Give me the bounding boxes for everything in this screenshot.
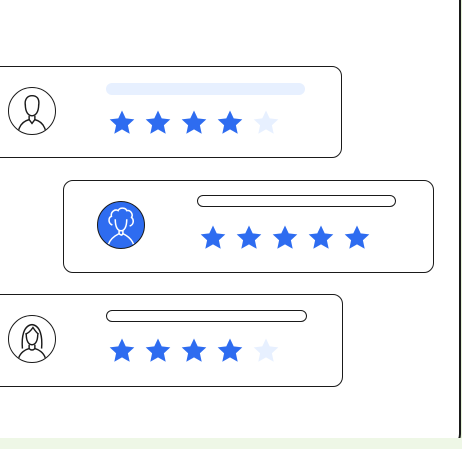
star-filled-icon[interactable]	[108, 337, 136, 365]
star-filled-icon[interactable]	[108, 109, 136, 137]
review-card[interactable]	[63, 180, 434, 273]
star-filled-icon[interactable]	[271, 224, 299, 252]
star-empty-icon[interactable]	[252, 109, 280, 137]
star-filled-icon[interactable]	[144, 109, 172, 137]
review-text-placeholder	[106, 83, 305, 95]
woman-avatar-icon	[8, 315, 56, 363]
star-filled-icon[interactable]	[235, 224, 263, 252]
star-filled-icon[interactable]	[343, 224, 371, 252]
star-filled-icon[interactable]	[180, 337, 208, 365]
star-filled-icon[interactable]	[144, 337, 172, 365]
star-rating[interactable]	[108, 337, 280, 365]
review-text-placeholder	[197, 195, 396, 207]
star-rating[interactable]	[108, 109, 280, 137]
star-filled-icon[interactable]	[199, 224, 227, 252]
star-filled-icon[interactable]	[180, 109, 208, 137]
star-rating[interactable]	[199, 224, 371, 252]
star-filled-icon[interactable]	[216, 109, 244, 137]
star-filled-icon[interactable]	[216, 337, 244, 365]
star-filled-icon[interactable]	[307, 224, 335, 252]
man-avatar-icon	[8, 87, 56, 135]
review-text-placeholder	[106, 310, 307, 322]
woman-curly-avatar-icon	[97, 201, 145, 249]
review-card[interactable]	[0, 66, 342, 158]
window-bottom-strip	[0, 438, 462, 449]
star-empty-icon[interactable]	[252, 337, 280, 365]
review-card[interactable]	[0, 294, 343, 387]
